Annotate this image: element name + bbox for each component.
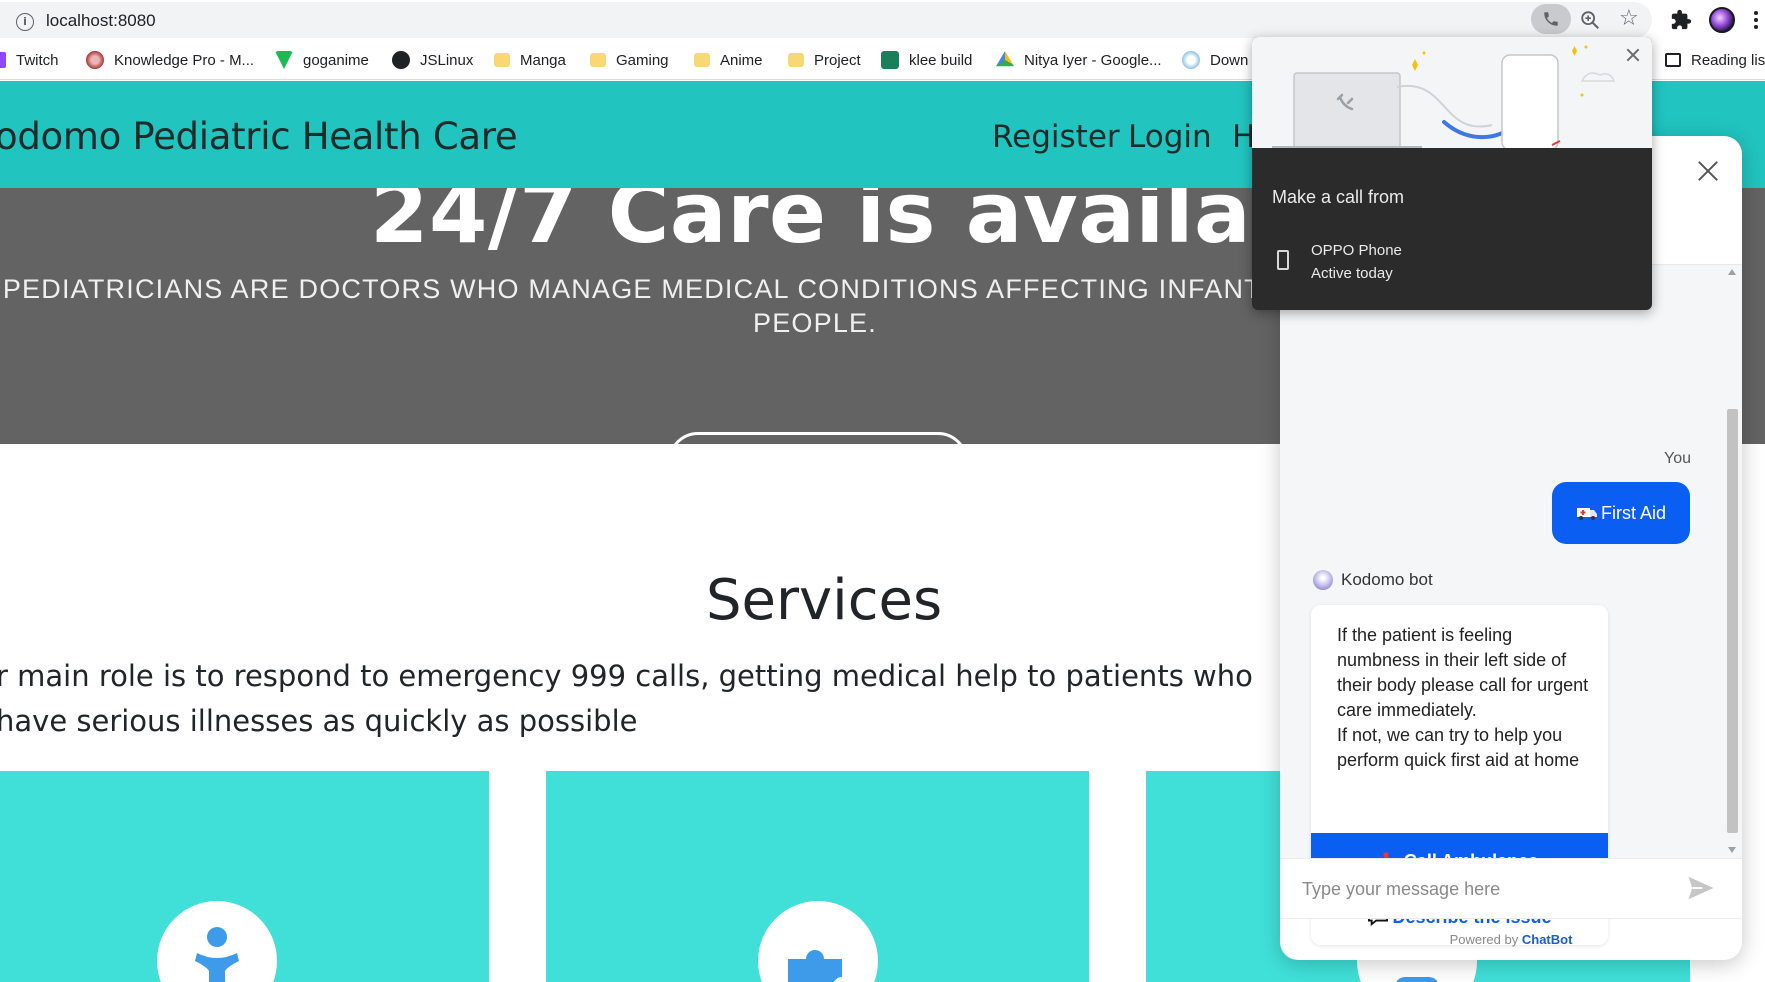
chat-messages[interactable]: You First Aid Kodomo bot If the patient … [1280, 265, 1742, 945]
bookmark-label: Nitya Iyer - Google... [1024, 51, 1162, 69]
browser-toolbar: i localhost:8080 ☆ [0, 0, 1765, 40]
nav-register-link[interactable]: Register [992, 119, 1120, 155]
profile-avatar[interactable] [1709, 7, 1735, 33]
baby-glyph [195, 927, 239, 982]
popup-title: Make a call from [1272, 187, 1405, 207]
bookmark-goganime[interactable]: goganime [275, 50, 369, 70]
url-text[interactable]: localhost:8080 [46, 11, 156, 31]
folder-icon [494, 53, 510, 67]
chat-close-icon[interactable] [1693, 156, 1723, 186]
device-name: OPPO Phone [1311, 242, 1402, 259]
knowledge-pro-icon [86, 51, 104, 69]
nav-login-link[interactable]: Login [1128, 119, 1212, 155]
you-label: You [1664, 450, 1691, 467]
click-to-call-button[interactable] [1531, 4, 1571, 34]
bookmark-folder-gaming[interactable]: Gaming [590, 50, 669, 70]
bookmark-label: Knowledge Pro - M... [114, 51, 255, 69]
chat-footer: Powered by ChatBot [1280, 918, 1742, 960]
chat-input-area [1280, 858, 1742, 918]
services-description: r main role is to respond to emergency 9… [0, 659, 1253, 738]
globe-icon [392, 51, 410, 69]
chatbot-brand-link[interactable]: ChatBot [1522, 932, 1573, 947]
bookmark-download[interactable]: Down [1182, 50, 1248, 70]
bookmark-folder-anime[interactable]: Anime [694, 50, 763, 70]
address-bar[interactable]: i localhost:8080 [0, 2, 1652, 38]
puzzle-icon [758, 901, 878, 982]
bookmark-label: Down [1210, 51, 1249, 69]
folder-icon [694, 53, 710, 67]
user-message-text: First Aid [1600, 503, 1666, 523]
bookmark-folder-manga[interactable]: Manga [494, 50, 566, 70]
services-title: Services [706, 568, 943, 633]
download-site-icon [1182, 51, 1200, 69]
google-drive-icon [996, 51, 1014, 67]
bookmark-twitch[interactable]: Twitch [0, 50, 59, 70]
bookmark-knowledge-pro[interactable]: Knowledge Pro - M... [86, 50, 254, 70]
bookmark-star-icon[interactable]: ☆ [1619, 8, 1641, 30]
extensions-puzzle-icon[interactable] [1670, 9, 1692, 31]
klee-build-icon [881, 51, 899, 69]
bookmark-label: klee build [909, 51, 973, 69]
page: i localhost:8080 ☆ Twitch Knowledge Pro … [0, 0, 1765, 982]
call-illustration [1252, 37, 1652, 151]
bot-name: Kodomo bot [1341, 570, 1433, 589]
twitch-icon [0, 52, 6, 68]
click-to-call-popup: Make a call from OPPO Phone Active today [1252, 37, 1652, 310]
hero-cta-button[interactable] [668, 432, 968, 444]
site-info-icon[interactable]: i [16, 13, 34, 31]
bot-message-text: If the patient is feeling numbness in th… [1337, 625, 1589, 770]
bookmark-label: Anime [720, 51, 763, 69]
device-status: Active today [1311, 265, 1393, 282]
bookmark-google-drive[interactable]: Nitya Iyer - Google... [996, 50, 1162, 70]
laptop-to-phone-illustration [1272, 45, 1616, 151]
phone-icon [1544, 12, 1558, 26]
browser-menu-icon[interactable] [1754, 9, 1760, 31]
user-message-bubble: First Aid [1552, 482, 1690, 544]
bookmark-label: Reading lis [1691, 51, 1765, 69]
folder-icon [590, 53, 606, 67]
baby-icon [157, 901, 277, 982]
bookmark-jslinux[interactable]: JSLinux [392, 50, 473, 70]
bookmark-label: Manga [520, 51, 566, 69]
zoom-icon[interactable] [1579, 9, 1601, 31]
reading-list-icon [1665, 53, 1681, 67]
bookmark-klee-build[interactable]: klee build [881, 50, 972, 70]
goganime-icon [275, 51, 293, 69]
hero-title: 24/7 Care is available [370, 188, 1399, 262]
site-brand[interactable]: odomo Pediatric Health Care [0, 115, 518, 158]
scroll-down-arrow-icon[interactable] [1728, 847, 1736, 853]
bookmark-label: Gaming [616, 51, 669, 69]
chat-message-input[interactable] [1302, 873, 1662, 905]
reading-list[interactable]: Reading lis [1665, 50, 1765, 70]
service-card[interactable] [0, 771, 489, 982]
bookmark-label: Project [814, 51, 861, 69]
folder-icon [788, 53, 804, 67]
bookmark-label: Twitch [16, 51, 59, 69]
bookmark-label: JSLinux [420, 51, 474, 69]
smartphone-icon [1277, 250, 1289, 270]
send-icon[interactable] [1686, 873, 1716, 903]
bookmark-folder-project[interactable]: Project [788, 50, 861, 70]
bookmark-label: goganime [303, 51, 369, 69]
ambulance-icon [1576, 508, 1597, 520]
bot-avatar [1313, 570, 1333, 590]
popup-close-icon[interactable] [1625, 47, 1641, 63]
service-card[interactable] [546, 771, 1089, 982]
scroll-up-arrow-icon[interactable] [1728, 269, 1736, 275]
powered-by-text: Powered by [1449, 932, 1519, 947]
puzzle-glyph [788, 950, 842, 982]
chat-scrollbar-thumb[interactable] [1727, 409, 1738, 833]
